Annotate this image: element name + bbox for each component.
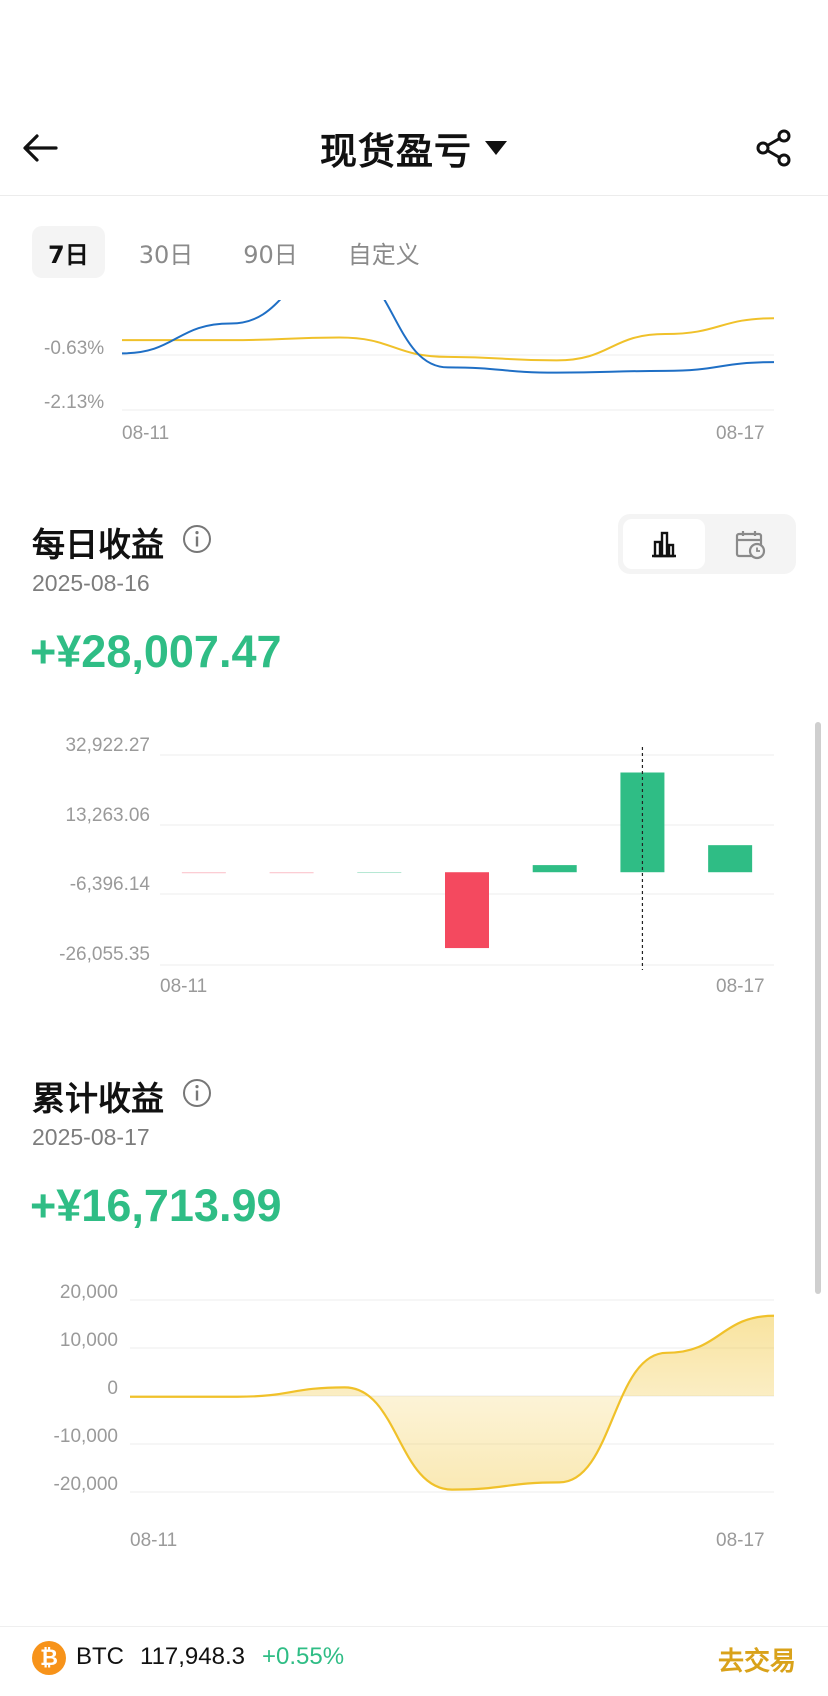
chart-view-toggle xyxy=(618,514,796,574)
info-icon[interactable] xyxy=(182,524,212,554)
ticker-bar: ₿ BTC 117,948.3 +0.55% 去交易 xyxy=(0,1626,828,1696)
return-rate-chart: -0.63% -2.13% 08-11 08-17 xyxy=(0,300,828,450)
share-button[interactable] xyxy=(748,122,800,174)
calendar-view-option[interactable] xyxy=(709,519,791,569)
ticker-change: +0.55% xyxy=(262,1643,345,1670)
cumulative-profit-area-chart: 20,000 10,000 0 -10,000 -20,000 08-11 08… xyxy=(0,1270,828,1551)
x-tick-label: 08-17 xyxy=(716,423,765,444)
caret-down-icon xyxy=(485,141,507,155)
title-dropdown[interactable]: 现货盈亏 xyxy=(0,122,828,174)
tab-7d[interactable]: 7日 xyxy=(32,226,105,278)
bar xyxy=(445,872,489,949)
bitcoin-icon: ₿ xyxy=(32,1641,66,1675)
daily-profit-title: 每日收益 xyxy=(32,525,164,564)
y-tick-label: 20,000 xyxy=(59,1282,118,1303)
ticker-price: 117,948.3 xyxy=(140,1643,245,1670)
y-tick-label: 32,922.27 xyxy=(65,735,150,756)
scrollbar[interactable] xyxy=(815,722,821,1294)
cumulative-profit-value: +¥16,713.99 xyxy=(30,1180,282,1231)
x-tick-label: 08-17 xyxy=(716,1530,765,1551)
y-tick-label: -6,396.14 xyxy=(69,874,150,895)
series-line xyxy=(121,300,775,374)
tab-30d[interactable]: 30日 xyxy=(123,226,210,278)
info-icon[interactable] xyxy=(182,1078,212,1108)
bar xyxy=(181,872,226,874)
ticker-symbol: BTC xyxy=(76,1643,124,1670)
y-tick-label: -0.63% xyxy=(44,338,105,359)
y-tick-label: 0 xyxy=(107,1378,118,1399)
cumulative-profit-title: 累计收益 xyxy=(32,1079,164,1118)
y-tick-label: -2.13% xyxy=(44,392,105,413)
cumulative-profit-date: 2025-08-17 xyxy=(32,1124,150,1150)
y-tick-label: -10,000 xyxy=(53,1426,118,1447)
y-tick-label: 13,263.06 xyxy=(65,805,150,826)
x-tick-label: 08-11 xyxy=(160,976,208,997)
daily-profit-bar-chart: 32,922.27 13,263.06 -6,396.14 -26,055.35… xyxy=(0,720,828,1010)
calendar-clock-icon xyxy=(735,531,766,560)
daily-profit-date: 2025-08-16 xyxy=(32,570,150,596)
y-tick-label: -20,000 xyxy=(53,1474,118,1495)
area-fill-negative xyxy=(130,1396,774,1490)
bar-chart-icon xyxy=(652,531,676,558)
tab-custom[interactable]: 自定义 xyxy=(332,226,436,278)
x-tick-label: 08-11 xyxy=(130,1530,178,1551)
page-title: 现货盈亏 xyxy=(320,130,472,173)
share-icon xyxy=(756,129,791,167)
bar xyxy=(357,872,402,874)
period-tabs: 7日 30日 90日 自定义 xyxy=(32,226,436,278)
bar xyxy=(269,872,314,874)
bar xyxy=(532,865,577,873)
y-tick-label: 10,000 xyxy=(59,1330,118,1351)
y-tick-label: -26,055.35 xyxy=(59,944,150,965)
trade-button[interactable]: 去交易 xyxy=(718,1641,796,1678)
x-tick-label: 08-11 xyxy=(122,423,170,444)
daily-profit-value: +¥28,007.47 xyxy=(30,626,282,677)
bar-view-option[interactable] xyxy=(623,519,705,569)
top-app-bar: 现货盈亏 xyxy=(0,100,828,196)
bar xyxy=(708,845,753,873)
tab-90d[interactable]: 90日 xyxy=(227,226,314,278)
x-tick-label: 08-17 xyxy=(716,976,765,997)
